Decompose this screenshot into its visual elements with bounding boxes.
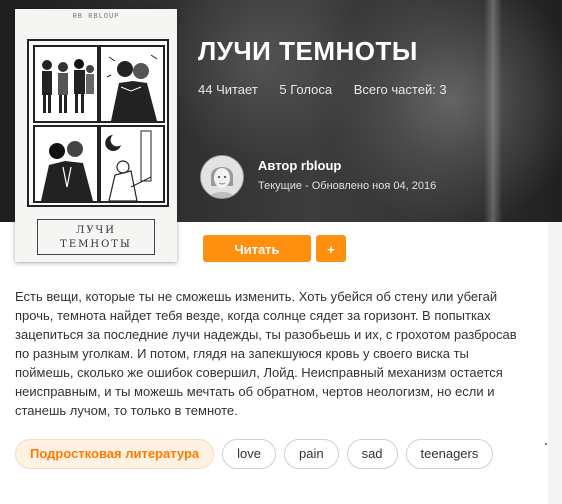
tag-love[interactable]: love [222,439,276,469]
story-status: Текущие - Обновлено ноя 04, 2016 [258,180,437,192]
tag-category[interactable]: Подростковая литература [15,439,215,469]
story-title: ЛУЧИ ТЕМНОТЫ [198,36,418,66]
story-description: Есть вещи, которые ты не сможешь изменит… [15,289,517,418]
author-avatar[interactable] [200,155,244,199]
author-name-link[interactable]: Автор rbloup [258,158,341,173]
cover-panel [33,125,99,203]
cover-illustration [27,39,169,207]
reads-count: 44 Читает [198,82,258,97]
votes-count: 5 Голоса [279,82,333,97]
tag-list: Подростковая литература love pain sad te… [15,439,494,469]
cover-panel [99,125,165,203]
artifact-dot [545,443,547,445]
background-light-streak [484,0,502,222]
side-panel [548,222,562,504]
background-blur [150,0,370,160]
cover-author-text: RB RBLOUP [72,13,120,21]
add-to-list-button[interactable]: + [316,235,346,262]
cover-panel [99,45,165,123]
tag-teenagers[interactable]: teenagers [405,439,494,469]
parts-count: Всего частей: 3 [353,82,447,97]
book-cover[interactable]: RB RBLOUP ЛУЧИ ТЕМНОТЫ [15,9,177,262]
cover-title-text: ЛУЧИ ТЕМНОТЫ [37,219,155,255]
read-button[interactable]: Читать [203,235,311,262]
tag-sad[interactable]: sad [346,439,398,469]
cover-panel [33,45,99,123]
tag-pain[interactable]: pain [284,439,339,469]
story-stats: 44 Читает 5 Голоса Всего частей: 3 [198,82,465,97]
